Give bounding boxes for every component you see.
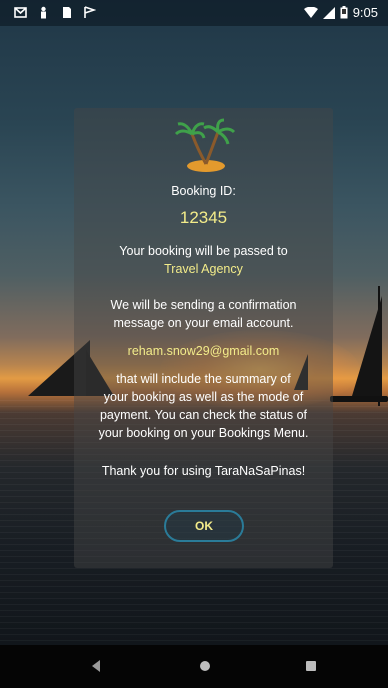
wifi-icon <box>303 6 318 18</box>
notification-icons <box>14 6 96 19</box>
summary-text-line4: your booking on your Bookings Menu. <box>98 426 309 440</box>
summary-text-line2: your booking as well as the mode of <box>103 390 304 404</box>
system-icons: 9:05 <box>303 5 378 20</box>
clock: 9:05 <box>352 5 378 20</box>
flag-icon <box>84 6 96 18</box>
passed-to-text: Your booking will be passed to <box>119 244 288 258</box>
navigation-bar <box>0 645 388 688</box>
ok-button[interactable]: OK <box>164 510 244 542</box>
gmail-icon <box>14 7 27 18</box>
confirmation-text-line2: message on your email account. <box>113 316 294 330</box>
recents-icon[interactable] <box>306 661 316 671</box>
sailboat-right <box>352 296 382 396</box>
summary-text-line3: payment. You can check the status of <box>99 408 308 422</box>
agency-name: Travel Agency <box>164 262 243 276</box>
home-icon[interactable] <box>200 661 210 671</box>
signal-icon <box>322 6 335 19</box>
battery-icon <box>340 6 348 19</box>
summary-text-line1: that will include the summary of <box>116 372 291 386</box>
person-icon <box>41 6 46 19</box>
booking-confirmation-dialog: Booking ID: 12345 Your booking will be p… <box>74 108 333 568</box>
sd-card-icon <box>63 7 71 18</box>
booking-id-value: 12345 <box>179 208 228 227</box>
booking-id-label: Booking ID: <box>171 184 236 198</box>
back-icon[interactable] <box>92 660 100 672</box>
palm-island-logo <box>174 118 236 172</box>
thank-you-text: Thank you for using TaraNaSaPinas! <box>101 464 306 478</box>
status-bar: 9:05 <box>0 0 388 26</box>
confirmation-text-line1: We will be sending a confirmation <box>110 298 297 312</box>
sailboat-right-hull <box>330 396 388 402</box>
email-address: reham.snow29@gmail.com <box>127 344 280 358</box>
